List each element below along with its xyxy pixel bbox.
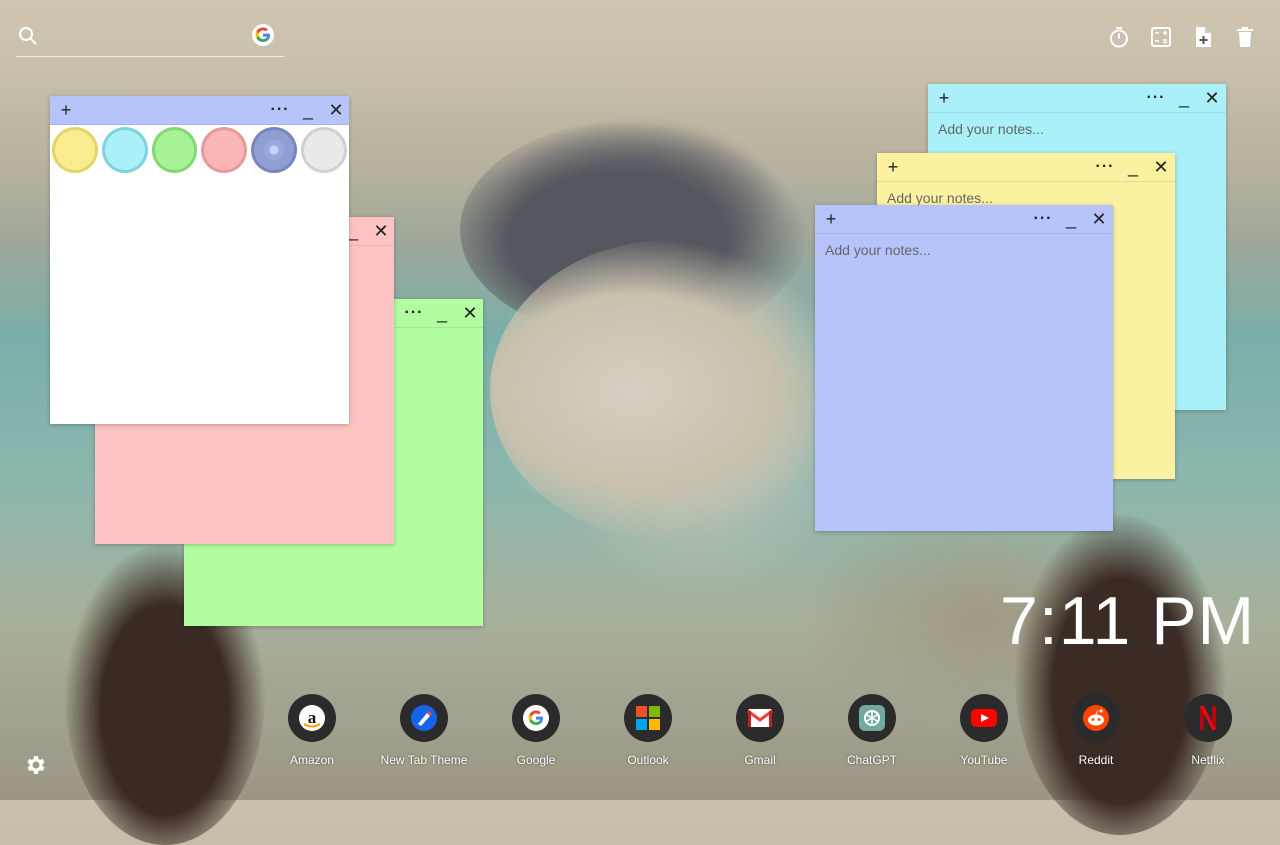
add-icon[interactable]: +: [881, 153, 905, 181]
search-icon[interactable]: [18, 26, 38, 51]
calculator-icon[interactable]: [1150, 26, 1172, 48]
shortcut-google[interactable]: Google: [480, 694, 592, 767]
minimize-icon[interactable]: _: [1121, 153, 1145, 181]
svg-text:a: a: [308, 708, 317, 727]
more-options-icon[interactable]: ···: [402, 299, 426, 327]
shortcuts-dock: a Amazon New Tab Theme Google Outlook Gm…: [256, 694, 1264, 774]
more-options-icon[interactable]: ···: [268, 96, 292, 124]
shortcut-reddit[interactable]: Reddit: [1040, 694, 1152, 767]
shortcut-label: Outlook: [627, 753, 669, 767]
shortcut-label: Reddit: [1078, 753, 1114, 767]
add-note-icon[interactable]: [1192, 26, 1214, 48]
shortcut-label: Amazon: [289, 753, 335, 767]
shortcut-label: ChatGPT: [846, 753, 897, 767]
search-input[interactable]: [46, 24, 246, 50]
color-swatch-yellow[interactable]: [52, 127, 98, 173]
sticky-note-lavender[interactable]: + ··· _ ✕: [815, 205, 1113, 531]
note-header[interactable]: + ··· _ ✕: [815, 205, 1113, 234]
minimize-icon[interactable]: _: [430, 299, 454, 327]
shortcut-label: Google: [516, 753, 556, 767]
trash-icon[interactable]: [1234, 26, 1256, 48]
close-icon[interactable]: ✕: [369, 217, 393, 245]
background-statue: [490, 240, 850, 540]
amazon-icon: a: [288, 694, 336, 742]
search-bar: [16, 24, 284, 57]
new-tab-theme-icon: [400, 694, 448, 742]
note-body: [815, 234, 1113, 520]
note-header[interactable]: + ··· _ ✕: [928, 84, 1226, 113]
background-pigeon: [460, 120, 810, 340]
more-options-icon[interactable]: ···: [1031, 205, 1055, 233]
note-body: [50, 175, 349, 431]
shortcut-outlook[interactable]: Outlook: [592, 694, 704, 767]
note-header[interactable]: + ··· _ ✕: [50, 96, 349, 125]
gear-icon[interactable]: [24, 753, 48, 777]
google-icon: [512, 694, 560, 742]
color-swatch-blue[interactable]: [101, 127, 148, 173]
color-swatch-white[interactable]: [301, 127, 347, 173]
shortcut-label: YouTube: [960, 753, 1008, 767]
close-icon[interactable]: ✕: [1149, 153, 1173, 181]
shortcut-new-tab-theme[interactable]: New Tab Theme: [368, 694, 480, 767]
color-swatch-pink[interactable]: [201, 127, 248, 173]
close-icon[interactable]: ✕: [458, 299, 482, 327]
color-swatch-lavender-selected[interactable]: [251, 127, 298, 173]
color-picker: [50, 125, 349, 175]
minimize-icon[interactable]: _: [296, 96, 320, 124]
add-icon[interactable]: +: [819, 205, 843, 233]
close-icon[interactable]: ✕: [1087, 205, 1111, 233]
color-swatch-green[interactable]: [151, 127, 198, 173]
google-icon[interactable]: [252, 24, 274, 46]
outlook-icon: [624, 694, 672, 742]
more-options-icon[interactable]: ···: [1144, 84, 1168, 112]
timer-icon[interactable]: [1108, 26, 1130, 48]
shortcut-netflix[interactable]: Netflix: [1152, 694, 1264, 767]
sticky-note-white[interactable]: + ··· _ ✕: [50, 96, 349, 424]
shortcut-label: Netflix: [1191, 753, 1225, 767]
youtube-icon: [960, 694, 1008, 742]
note-textarea[interactable]: [825, 242, 1103, 512]
toolbar: [1108, 26, 1256, 48]
minimize-icon[interactable]: _: [1059, 205, 1083, 233]
note-header[interactable]: + ··· _ ✕: [877, 153, 1175, 182]
shortcut-gmail[interactable]: Gmail: [704, 694, 816, 767]
shortcut-label: Gmail: [744, 753, 776, 767]
shortcut-amazon[interactable]: a Amazon: [256, 694, 368, 767]
background-post-right: [1015, 515, 1225, 835]
netflix-icon: [1184, 694, 1232, 742]
shortcut-label: New Tab Theme: [380, 753, 468, 767]
close-icon[interactable]: ✕: [324, 96, 348, 124]
more-options-icon[interactable]: ···: [1093, 153, 1117, 181]
close-icon[interactable]: ✕: [1200, 84, 1224, 112]
add-icon[interactable]: +: [54, 96, 78, 124]
shortcut-youtube[interactable]: YouTube: [928, 694, 1040, 767]
reddit-icon: [1072, 694, 1120, 742]
add-icon[interactable]: +: [932, 84, 956, 112]
clock: 7:11 PM: [1000, 583, 1256, 659]
chatgpt-icon: [848, 694, 896, 742]
minimize-icon[interactable]: _: [1172, 84, 1196, 112]
note-textarea[interactable]: [60, 183, 339, 423]
gmail-icon: [736, 694, 784, 742]
shortcut-chatgpt[interactable]: ChatGPT: [816, 694, 928, 767]
